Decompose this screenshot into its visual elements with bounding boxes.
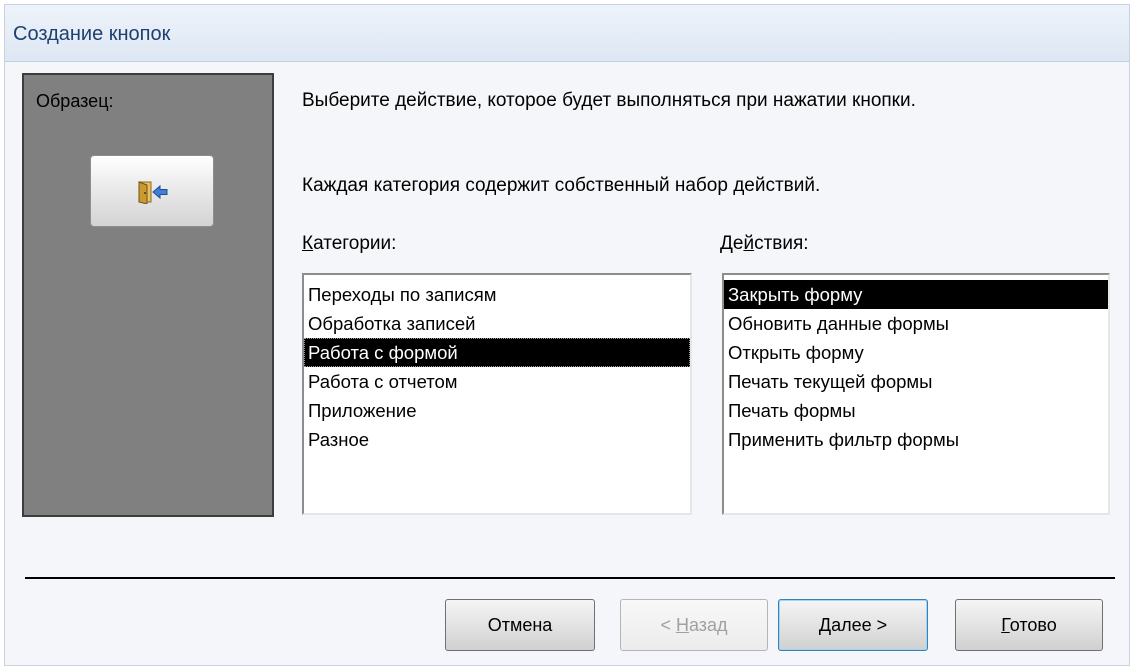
category-item[interactable]: Переходы по записям	[304, 280, 690, 309]
finish-button[interactable]: Готово	[955, 599, 1103, 651]
back-button[interactable]: < Назад	[620, 599, 768, 651]
footer-separator	[25, 577, 1115, 579]
instruction-text-primary: Выберите действие, которое будет выполня…	[302, 90, 916, 111]
next-button[interactable]: Далее >	[778, 599, 928, 651]
action-item[interactable]: Применить фильтр формы	[724, 425, 1108, 454]
sample-panel: Образец:	[22, 73, 274, 517]
category-item[interactable]: Обработка записей	[304, 309, 690, 338]
categories-listbox[interactable]: Переходы по записям Обработка записей Ра…	[302, 273, 692, 515]
categories-label: Категории:	[302, 233, 397, 254]
exit-door-icon	[135, 180, 171, 209]
sample-button-preview	[90, 155, 214, 227]
category-item[interactable]: Разное	[304, 425, 690, 454]
actions-listbox[interactable]: Закрыть форму Обновить данные формы Откр…	[722, 273, 1110, 515]
action-item-selected[interactable]: Закрыть форму	[724, 280, 1108, 309]
category-item-selected[interactable]: Работа с формой	[304, 338, 690, 367]
title-bar: Создание кнопок	[5, 5, 1129, 62]
action-item[interactable]: Печать формы	[724, 396, 1108, 425]
category-item[interactable]: Работа с отчетом	[304, 367, 690, 396]
sample-label: Образец:	[36, 91, 114, 111]
command-button-wizard-dialog: Создание кнопок Образец: Выберите действ…	[4, 4, 1130, 666]
instruction-text-secondary: Каждая категория содержит собственный на…	[302, 175, 821, 196]
action-item[interactable]: Открыть форму	[724, 338, 1108, 367]
category-item[interactable]: Приложение	[304, 396, 690, 425]
action-item[interactable]: Обновить данные формы	[724, 309, 1108, 338]
dialog-title: Создание кнопок	[13, 23, 171, 45]
cancel-button[interactable]: Отмена	[445, 599, 595, 651]
actions-label: Действия:	[720, 233, 809, 254]
action-item[interactable]: Печать текущей формы	[724, 367, 1108, 396]
